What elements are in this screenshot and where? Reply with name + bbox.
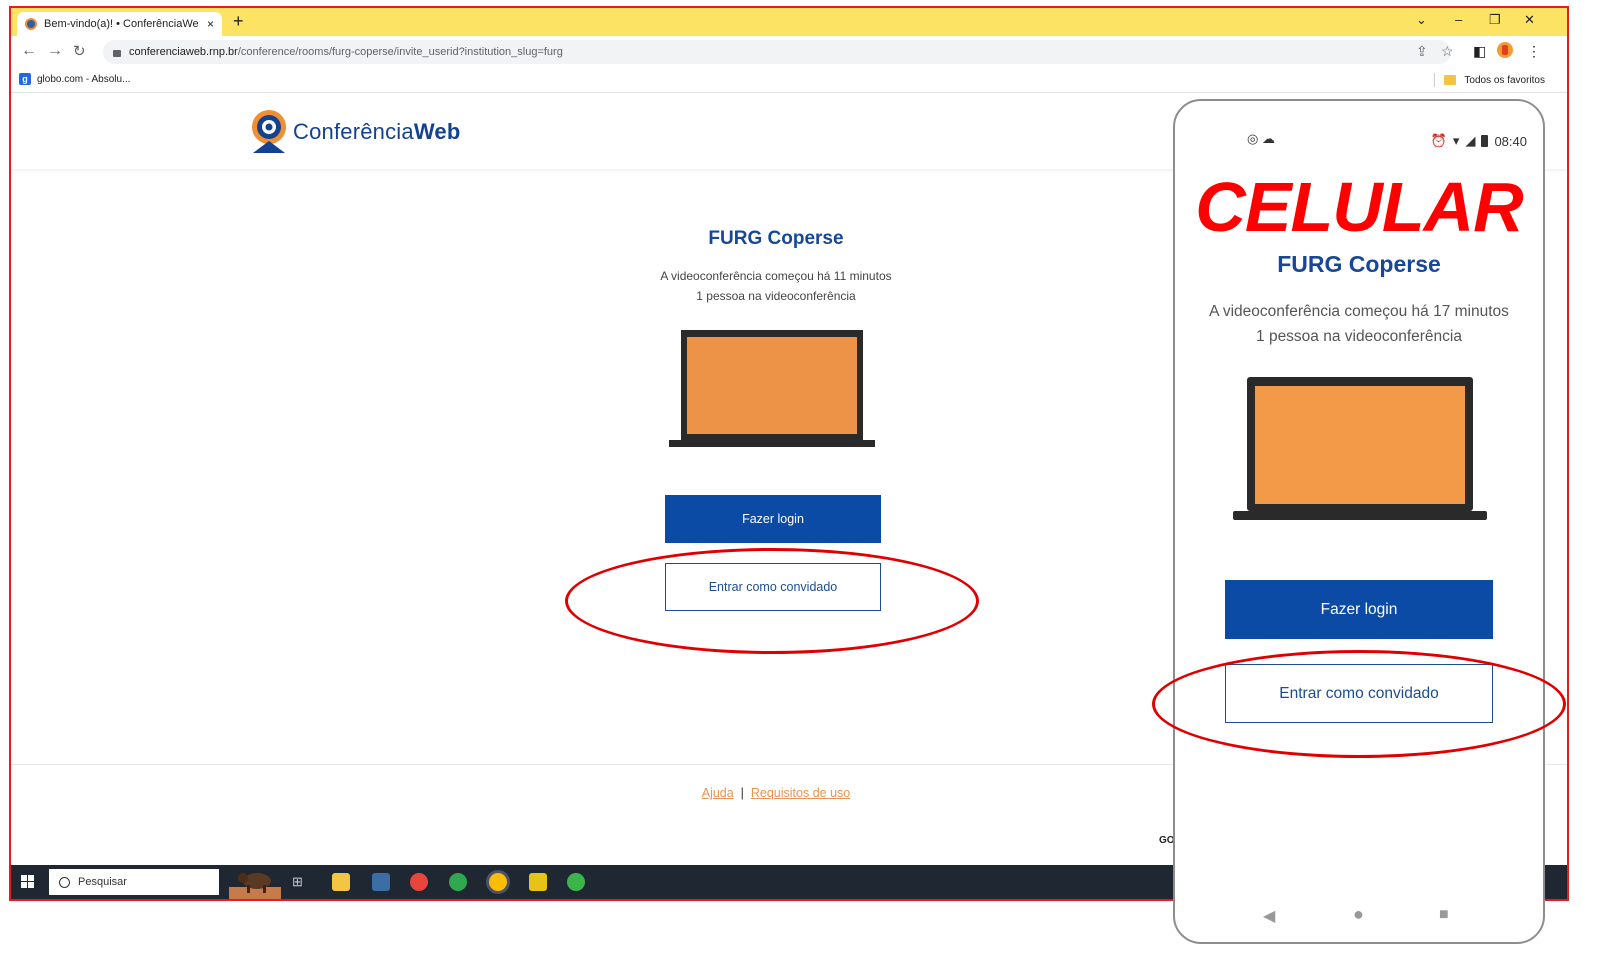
restore-button[interactable]: ❐ — [1489, 12, 1501, 28]
signal-icon: ◢ — [1465, 133, 1476, 148]
windows-start-icon[interactable] — [21, 875, 35, 889]
profile-avatar[interactable] — [1496, 41, 1514, 62]
bookmark-label: globo.com - Absolu... — [37, 73, 131, 85]
android-recents-icon[interactable]: ■ — [1439, 906, 1449, 924]
url-path: /conference/rooms/furg-coperse/invite_us… — [237, 46, 563, 58]
help-link[interactable]: Ajuda — [702, 786, 734, 800]
phone-login-button[interactable]: Fazer login — [1225, 580, 1493, 639]
phone-started-text: A videoconferência começou há 17 minutos — [1209, 303, 1509, 320]
phone-notification-icons: ◎ ☁ — [1247, 131, 1275, 146]
terms-link[interactable]: Requisitos de uso — [751, 786, 850, 800]
all-bookmarks-label: Todos os favoritos — [1464, 74, 1545, 86]
chrome-profile-icon[interactable] — [449, 873, 467, 891]
search-icon — [59, 876, 70, 888]
conferenciaweb-favicon-icon — [25, 18, 37, 30]
tab-search-icon[interactable]: ⌄ — [1416, 12, 1427, 28]
phone-frame: ◎ ☁ ⏰ ▾ ◢ 08:40 CELULAR FURG Coperse A v… — [1173, 99, 1545, 944]
phone-guest-entry-button[interactable]: Entrar como convidado — [1225, 664, 1493, 723]
taskbar-search[interactable]: Pesquisar — [49, 869, 219, 895]
android-home-icon[interactable]: ● — [1353, 904, 1364, 925]
webcam-logo-icon — [252, 110, 286, 153]
lock-icon — [113, 49, 121, 57]
all-bookmarks-folder[interactable]: Todos os favoritos — [1434, 73, 1545, 87]
phone-status-bar: ⏰ ▾ ◢ 08:40 — [1431, 133, 1527, 149]
fireworks-app-icon[interactable] — [529, 873, 547, 891]
battery-icon — [1481, 135, 1489, 147]
chrome-icon[interactable] — [410, 873, 428, 891]
tab-title: Bem-vindo(a)! • ConferênciaWe — [44, 18, 199, 30]
taskbar-search-placeholder: Pesquisar — [78, 876, 127, 888]
bookmark-divider — [1434, 73, 1436, 87]
task-view-icon[interactable]: ⊞ — [292, 874, 303, 890]
laptop-illustration-icon — [669, 330, 875, 447]
menu-kebab-icon[interactable]: ⋮ — [1527, 43, 1541, 60]
phone-laptop-illustration-icon — [1233, 377, 1487, 520]
chrome-active-icon[interactable] — [489, 873, 507, 891]
browser-tab[interactable]: Bem-vindo(a)! • ConferênciaWe × — [17, 12, 222, 36]
new-tab-button[interactable]: + — [233, 11, 244, 32]
file-explorer-icon[interactable] — [332, 873, 350, 891]
bookmarks-bar: g globo.com - Absolu... Todos os favorit… — [11, 68, 1567, 93]
tab-close-icon[interactable]: × — [207, 17, 214, 31]
reload-icon[interactable]: ↻ — [73, 42, 86, 60]
side-panel-icon[interactable]: ◧ — [1473, 43, 1486, 60]
close-window-button[interactable]: ✕ — [1524, 12, 1535, 28]
bookmark-globo[interactable]: g globo.com - Absolu... — [19, 73, 130, 85]
android-back-icon[interactable]: ◀ — [1263, 906, 1275, 926]
bookmark-star-icon[interactable]: ☆ — [1441, 43, 1454, 60]
taskbar-widget-animal-icon[interactable] — [229, 865, 281, 899]
minimize-button[interactable]: – — [1455, 12, 1462, 27]
phone-people-count-text: 1 pessoa na videoconferência — [1256, 328, 1462, 345]
alarm-icon: ⏰ — [1430, 133, 1447, 148]
url-host: conferenciaweb.rnp.br — [129, 46, 238, 58]
phone-room-title: FURG Coperse — [1277, 251, 1441, 277]
celular-annotation-label: CELULAR — [1195, 168, 1523, 246]
footer-separator: | — [740, 786, 744, 800]
share-icon[interactable]: ⇪ — [1416, 43, 1428, 60]
green-app-icon[interactable] — [567, 873, 585, 891]
folder-icon — [1444, 75, 1457, 85]
logo-text: ConferênciaWeb — [293, 119, 461, 144]
browser-toolbar: ← → ↻ conferenciaweb.rnp.br/conference/r… — [11, 36, 1567, 68]
phone-clock: 08:40 — [1494, 133, 1527, 149]
tab-bar: Bem-vindo(a)! • ConferênciaWe × + ⌄ – ❐ … — [11, 8, 1567, 36]
conferenciaweb-logo[interactable]: ConferênciaWeb — [249, 109, 460, 155]
guest-entry-button[interactable]: Entrar como convidado — [665, 563, 881, 611]
globo-favicon-icon: g — [19, 73, 31, 85]
wifi-icon: ▾ — [1452, 133, 1460, 148]
address-bar[interactable]: conferenciaweb.rnp.br/conference/rooms/f… — [103, 40, 1451, 64]
forward-arrow-icon[interactable]: → — [47, 42, 63, 60]
back-arrow-icon[interactable]: ← — [21, 42, 37, 60]
calculator-icon[interactable] — [372, 873, 390, 891]
login-button[interactable]: Fazer login — [665, 495, 881, 543]
